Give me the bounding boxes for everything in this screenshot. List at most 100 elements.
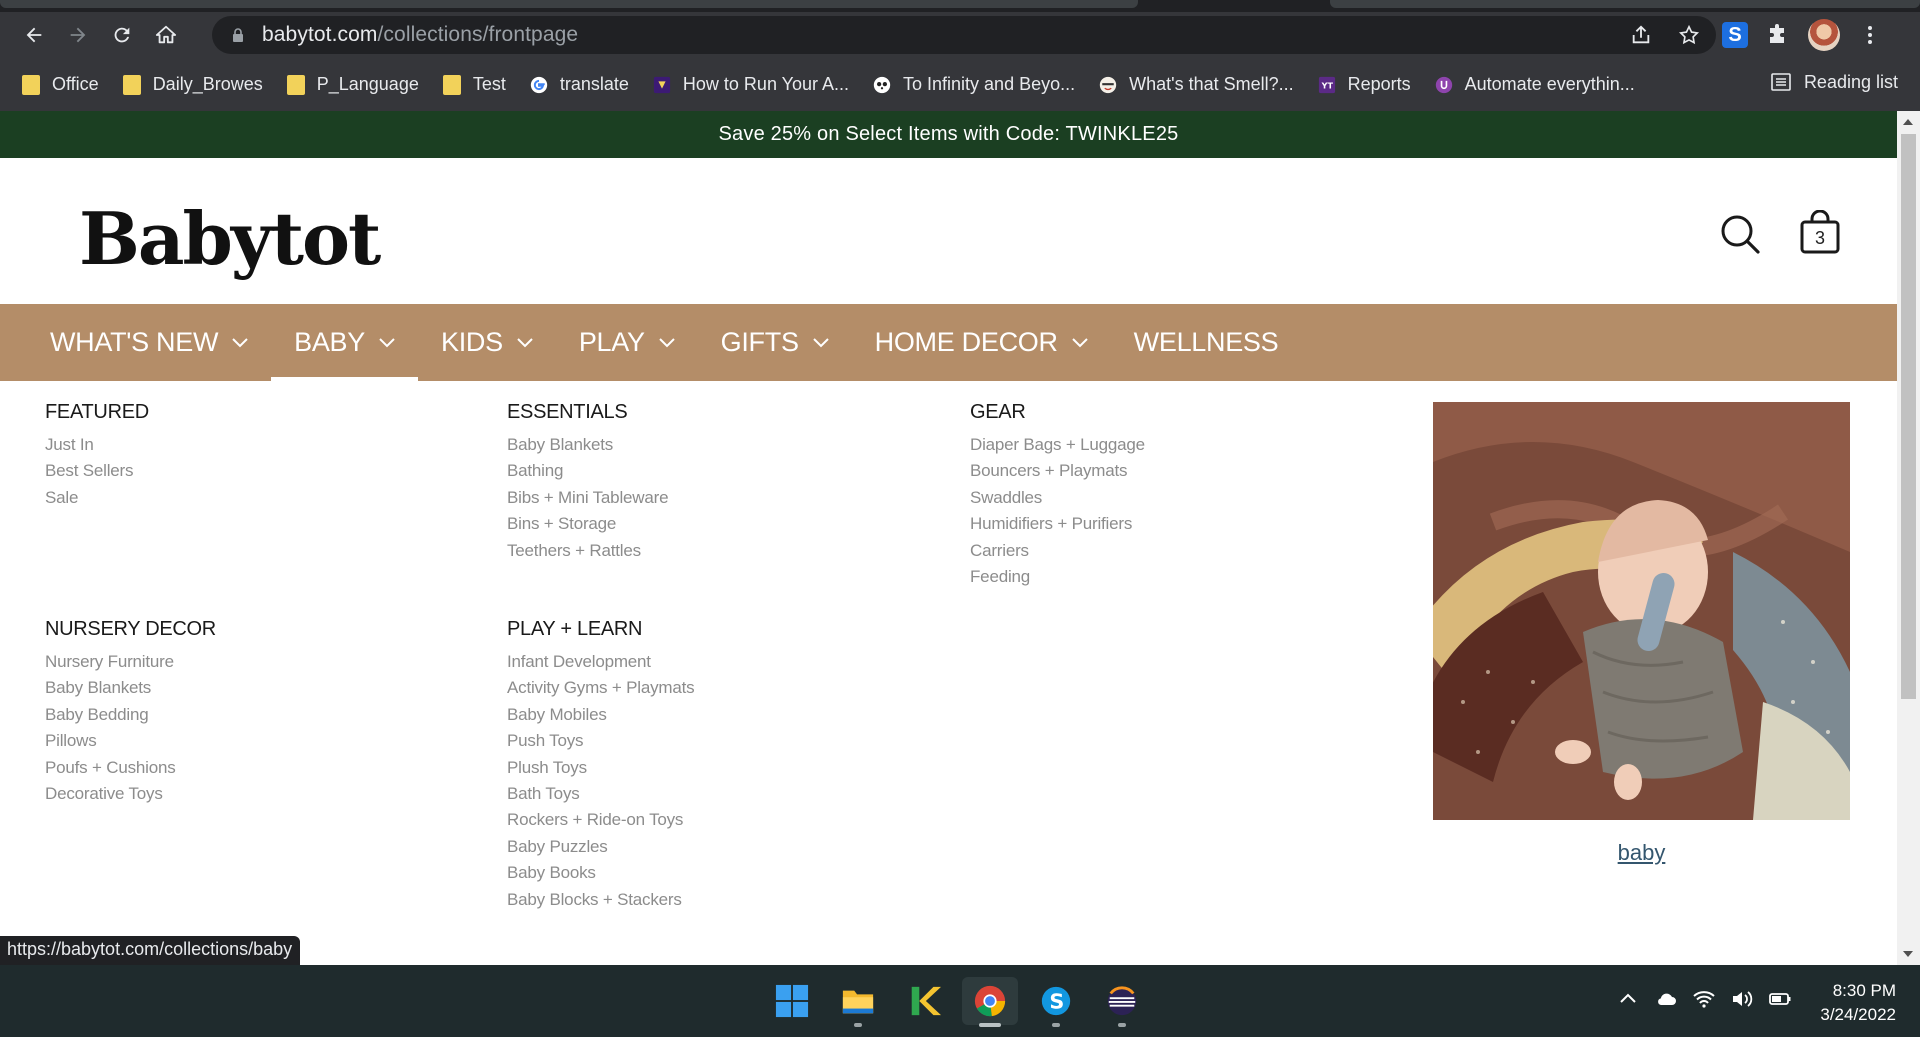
baby-photo [1433, 402, 1850, 820]
address-bar[interactable]: babytot.com/collections/frontpage [212, 16, 1716, 54]
menu-link[interactable]: Baby Puzzles [507, 834, 694, 860]
menu-link[interactable]: Rockers + Ride-on Toys [507, 807, 694, 833]
menu-link[interactable]: Activity Gyms + Playmats [507, 675, 695, 701]
taskbar-clock[interactable]: 8:30 PM 3/24/2022 [1820, 979, 1896, 1027]
menu-link[interactable]: Push Toys [507, 728, 694, 754]
tab-strip [0, 0, 1920, 12]
search-icon[interactable] [1718, 212, 1762, 256]
menu-link[interactable]: Plush Toys [507, 755, 694, 781]
yt-icon: YT [1318, 76, 1335, 93]
menu-link[interactable]: Bins + Storage [507, 511, 668, 537]
scroll-thumb[interactable] [1901, 134, 1916, 699]
bookmark-translate[interactable]: translate [530, 74, 629, 95]
page-scrollbar[interactable] [1897, 111, 1920, 965]
s-extension-icon[interactable]: S [1722, 22, 1748, 48]
menu-link[interactable]: Infant Development [507, 649, 694, 675]
more-vert-icon[interactable] [1858, 23, 1882, 47]
folder-icon [442, 74, 461, 95]
skype-app[interactable]: S [1036, 977, 1076, 1027]
k-app[interactable] [904, 977, 944, 1025]
menu-link[interactable]: Teethers + Rattles [507, 538, 668, 564]
chevron-up-icon[interactable] [1616, 987, 1640, 1011]
bookmark-reports[interactable]: YT Reports [1318, 74, 1411, 95]
bookmark-test[interactable]: Test [442, 74, 506, 95]
chrome-app[interactable] [962, 977, 1018, 1027]
nav-wellness[interactable]: WELLNESS [1111, 304, 1302, 381]
menu-link[interactable]: Carriers [970, 538, 1145, 564]
start-button[interactable] [772, 977, 812, 1025]
nav-play[interactable]: PLAY [556, 304, 698, 381]
chevron-down-icon [1071, 337, 1088, 347]
menu-link[interactable]: Just In [45, 432, 149, 458]
bookmark-automate[interactable]: Automate everythin... [1435, 74, 1635, 95]
wifi-icon[interactable] [1692, 987, 1716, 1011]
nav-gifts[interactable]: GIFTS [698, 304, 852, 381]
scroll-up-arrow[interactable] [1903, 119, 1913, 125]
nav-baby[interactable]: BABY [271, 304, 418, 381]
back-button[interactable] [12, 17, 56, 53]
menu-heading-play-learn[interactable]: PLAY + LEARN [507, 618, 694, 641]
bookmark-p-language[interactable]: P_Language [286, 74, 419, 95]
file-explorer-app[interactable] [838, 977, 878, 1027]
baby-promo-link[interactable]: baby [1433, 840, 1850, 866]
cloud-icon[interactable] [1654, 987, 1678, 1011]
active-tab-edge[interactable] [0, 0, 1138, 8]
site-logo[interactable]: Babytot [79, 196, 381, 281]
reload-button[interactable] [100, 17, 144, 53]
forward-button[interactable] [56, 17, 100, 53]
volume-icon[interactable] [1730, 987, 1754, 1011]
home-button[interactable] [144, 17, 188, 53]
browser-toolbar: babytot.com/collections/frontpage S [0, 12, 1920, 58]
inactive-tab-edge[interactable] [1330, 0, 1920, 8]
menu-heading-essentials[interactable]: ESSENTIALS [507, 401, 668, 424]
menu-link[interactable]: Bathing [507, 458, 668, 484]
star-icon[interactable] [1678, 24, 1700, 46]
bookmark-daily-browes[interactable]: Daily_Browes [122, 74, 263, 95]
system-tray [1616, 987, 1792, 1011]
bookmark-label: How to Run Your A... [682, 74, 850, 94]
menu-link[interactable]: Baby Blocks + Stackers [507, 887, 694, 913]
menu-heading-gear[interactable]: GEAR [970, 401, 1145, 424]
k-app-icon [911, 986, 941, 1016]
nav-whats-new[interactable]: WHAT'S NEW [27, 304, 271, 381]
chevron-down-icon [812, 337, 829, 347]
reading-list-icon [1771, 73, 1791, 91]
menu-link[interactable]: Baby Bedding [45, 702, 216, 728]
nav-kids[interactable]: KIDS [418, 304, 556, 381]
menu-link[interactable]: Sale [45, 485, 149, 511]
menu-link[interactable]: Pillows [45, 728, 216, 754]
menu-link[interactable]: Best Sellers [45, 458, 149, 484]
bookmark-whats-that-smell[interactable]: What's that Smell?... [1099, 74, 1294, 95]
menu-link[interactable]: Bath Toys [507, 781, 694, 807]
bookmark-to-infinity[interactable]: To Infinity and Beyo... [873, 74, 1075, 95]
menu-link[interactable]: Nursery Furniture [45, 649, 216, 675]
reading-list-button[interactable]: Reading list [1770, 71, 1898, 93]
eclipse-app[interactable] [1102, 977, 1142, 1027]
baby-promo-image[interactable] [1433, 402, 1850, 820]
arrow-left-icon [26, 27, 42, 43]
nav-home-decor[interactable]: HOME DECOR [852, 304, 1111, 381]
skype-icon: S [1041, 986, 1071, 1016]
bookmark-label: Test [472, 74, 506, 94]
battery-icon[interactable] [1768, 987, 1792, 1011]
menu-heading-featured[interactable]: FEATURED [45, 401, 149, 424]
menu-link[interactable]: Baby Blankets [45, 675, 216, 701]
menu-link[interactable]: Swaddles [970, 485, 1145, 511]
menu-link[interactable]: Baby Blankets [507, 432, 668, 458]
menu-link[interactable]: Decorative Toys [45, 781, 216, 807]
menu-link[interactable]: Poufs + Cushions [45, 755, 216, 781]
menu-link[interactable]: Baby Books [507, 860, 694, 886]
menu-link[interactable]: Baby Mobiles [507, 702, 694, 728]
bookmark-office[interactable]: Office [22, 74, 99, 95]
profile-avatar[interactable] [1808, 19, 1840, 51]
bookmark-how-to-run[interactable]: How to Run Your A... [653, 74, 849, 95]
scroll-down-arrow[interactable] [1903, 951, 1913, 957]
menu-link[interactable]: Bibs + Mini Tableware [507, 485, 669, 511]
menu-link[interactable]: Diaper Bags + Luggage [970, 432, 1145, 458]
share-icon[interactable] [1630, 24, 1652, 46]
puzzle-icon[interactable] [1766, 23, 1790, 47]
menu-link[interactable]: Bouncers + Playmats [970, 458, 1145, 484]
menu-link[interactable]: Feeding [970, 564, 1145, 590]
menu-heading-nursery-decor[interactable]: NURSERY DECOR [45, 618, 216, 641]
menu-link[interactable]: Humidifiers + Purifiers [970, 511, 1145, 537]
